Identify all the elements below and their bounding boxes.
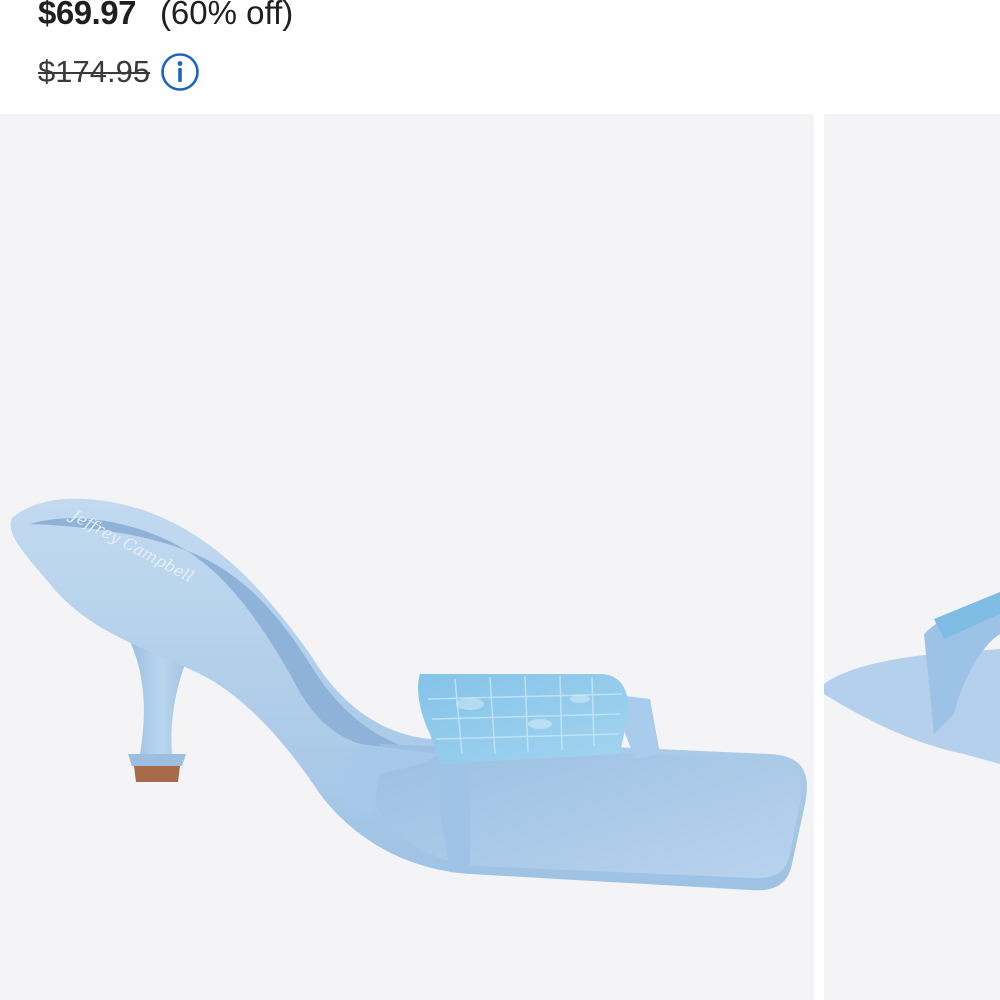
product-image-main[interactable]: Jeffrey Campbell [0,114,814,1000]
info-icon[interactable] [160,52,200,92]
price-row: $69.97 (60% off) [38,0,293,32]
sale-price: $69.97 [38,0,136,31]
price-block: $69.97 (60% off) $174.95 [38,0,938,110]
original-price-row: $174.95 [38,52,200,92]
product-image-next[interactable] [824,114,1000,1000]
discount-label: (60% off) [159,0,294,31]
original-price: $174.95 [38,54,151,89]
image-gallery: Jeffrey Campbell [0,114,1000,1000]
